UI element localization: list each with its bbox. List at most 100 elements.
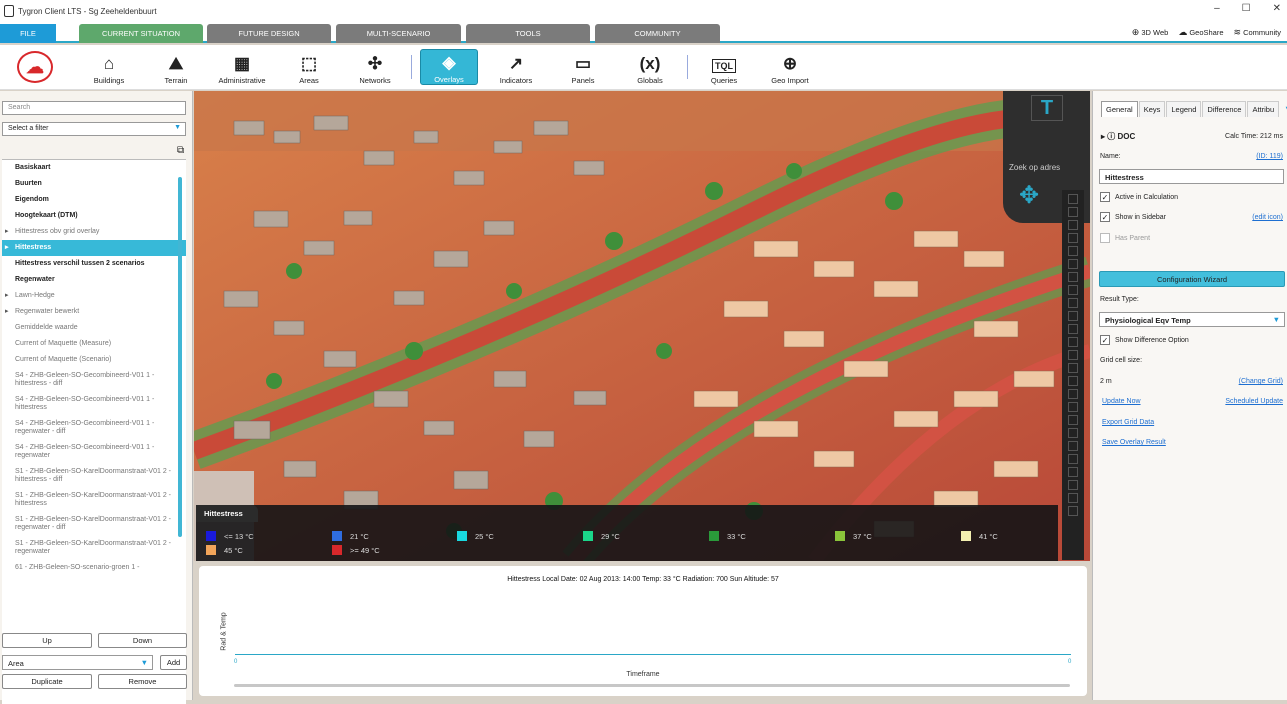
tab-tools[interactable]: TOOLS bbox=[466, 24, 590, 43]
name-field[interactable]: Hittestress bbox=[1099, 169, 1284, 184]
tab-current-situation[interactable]: CURRENT SITUATION bbox=[79, 24, 203, 43]
list-item[interactable]: Hittestress obv grid overlay bbox=[2, 224, 186, 240]
has-parent-checkbox[interactable]: Has Parent bbox=[1100, 233, 1150, 243]
globals-button[interactable]: (x) Globals bbox=[621, 49, 679, 86]
list-item[interactable]: S4 - ZHB-Geleen-SO-Gecombineerd-V01 1 - … bbox=[2, 392, 186, 416]
list-item[interactable]: Regenwater bbox=[2, 272, 186, 288]
tab-general[interactable]: General bbox=[1101, 101, 1138, 117]
web-link[interactable]: ⊕ 3D Web bbox=[1132, 27, 1169, 38]
duplicate-button[interactable]: Duplicate bbox=[2, 674, 92, 689]
change-grid-link[interactable]: (Change Grid) bbox=[1239, 378, 1283, 385]
terrain-button[interactable]: ⛰ Terrain bbox=[147, 49, 205, 86]
list-item[interactable]: Gemiddelde waarde bbox=[2, 320, 186, 336]
add-button[interactable]: Add bbox=[160, 655, 187, 670]
tab-keys[interactable]: Keys bbox=[1138, 101, 1166, 117]
result-type-select[interactable]: Physiological Eqv Temp ▼ bbox=[1099, 312, 1285, 327]
tab-community[interactable]: COMMUNITY bbox=[595, 24, 720, 43]
list-item[interactable]: S1 - ZHB-Geleen-SO-KarelDoormanstraat-V0… bbox=[2, 512, 186, 536]
geo-import-button[interactable]: ⊕ Geo Import bbox=[761, 49, 819, 86]
tool-icon[interactable] bbox=[1068, 350, 1078, 360]
tool-icon[interactable] bbox=[1068, 493, 1078, 503]
overlays-button[interactable]: ◈ Overlays bbox=[420, 49, 478, 85]
copy-icon[interactable]: ⧉ bbox=[177, 145, 184, 156]
list-item[interactable]: Lawn-Hedge bbox=[2, 288, 186, 304]
panels-button[interactable]: ▭ Panels bbox=[554, 49, 612, 86]
tab-attributes[interactable]: Attribu bbox=[1247, 101, 1280, 117]
tab-multi-scenario[interactable]: MULTI-SCENARIO bbox=[336, 24, 461, 43]
update-now-link[interactable]: Update Now bbox=[1102, 398, 1141, 405]
active-checkbox[interactable]: ✓ Active in Calculation bbox=[1100, 192, 1178, 202]
tygron-t-icon[interactable]: T bbox=[1031, 95, 1063, 121]
address-search[interactable]: Zoek op adres bbox=[1009, 163, 1060, 172]
minimize-button[interactable]: – bbox=[1214, 3, 1220, 14]
list-scrollbar[interactable] bbox=[178, 177, 182, 537]
tool-icon[interactable] bbox=[1068, 441, 1078, 451]
tool-icon[interactable] bbox=[1068, 207, 1078, 217]
list-item[interactable]: S1 - ZHB-Geleen-SO-KarelDoormanstraat-V0… bbox=[2, 536, 186, 560]
buildings-button[interactable]: ⌂ Buildings bbox=[80, 49, 138, 86]
tool-icon[interactable] bbox=[1068, 285, 1078, 295]
list-item[interactable]: Buurten bbox=[2, 176, 186, 192]
tool-icon[interactable] bbox=[1068, 506, 1078, 516]
tool-icon[interactable] bbox=[1068, 246, 1078, 256]
edit-icon-link[interactable]: (edit icon) bbox=[1252, 214, 1283, 221]
list-item[interactable]: S4 - ZHB-Geleen-SO-Gecombineerd-V01 1 - … bbox=[2, 416, 186, 440]
tool-icon[interactable] bbox=[1068, 311, 1078, 321]
tab-legend[interactable]: Legend bbox=[1166, 101, 1202, 117]
list-item[interactable]: S1 - ZHB-Geleen-SO-KarelDoormanstraat-V0… bbox=[2, 464, 186, 488]
tool-icon[interactable] bbox=[1068, 259, 1078, 269]
community-link[interactable]: ≋ Community bbox=[1234, 27, 1281, 38]
scheduled-update-link[interactable]: Scheduled Update bbox=[1225, 398, 1283, 405]
tool-icon[interactable] bbox=[1068, 415, 1078, 425]
list-item[interactable]: Hoogtekaart (DTM) bbox=[2, 208, 186, 224]
tab-future-design[interactable]: FUTURE DESIGN bbox=[207, 24, 331, 43]
geoshare-link[interactable]: ☁ GeoShare bbox=[1178, 27, 1223, 38]
map-viewport[interactable] bbox=[194, 91, 1090, 561]
show-sidebar-checkbox[interactable]: ✓ Show in Sidebar bbox=[1100, 212, 1166, 222]
list-item[interactable]: Eigendom bbox=[2, 192, 186, 208]
save-overlay-link[interactable]: Save Overlay Result bbox=[1102, 439, 1166, 446]
close-button[interactable]: ✕ bbox=[1273, 3, 1281, 14]
area-select[interactable]: Area ▼ bbox=[2, 655, 153, 670]
tool-icon[interactable] bbox=[1068, 467, 1078, 477]
maximize-button[interactable]: ☐ bbox=[1242, 3, 1251, 14]
list-item-selected[interactable]: Hittestress bbox=[2, 240, 186, 256]
remove-button[interactable]: Remove bbox=[98, 674, 187, 689]
networks-button[interactable]: ✣ Networks bbox=[346, 49, 404, 86]
search-input[interactable]: Search bbox=[2, 101, 186, 115]
queries-button[interactable]: TQL Queries bbox=[695, 49, 753, 85]
tool-icon[interactable] bbox=[1068, 454, 1078, 464]
tool-icon[interactable] bbox=[1068, 194, 1078, 204]
tool-icon[interactable] bbox=[1068, 376, 1078, 386]
list-item[interactable]: Hittestress verschil tussen 2 scenarios bbox=[2, 256, 186, 272]
list-item[interactable]: Current of Maquette (Measure) bbox=[2, 336, 186, 352]
list-item[interactable]: S4 - ZHB-Geleen-SO-Gecombineerd-V01 1 - … bbox=[2, 368, 186, 392]
indicators-button[interactable]: ↗ Indicators bbox=[487, 49, 545, 86]
tool-icon[interactable] bbox=[1068, 233, 1078, 243]
filter-select[interactable]: Select a filter ▼ bbox=[2, 122, 186, 136]
administrative-button[interactable]: ▦ Administrative bbox=[213, 49, 271, 86]
areas-button[interactable]: ⬚ Areas bbox=[280, 49, 338, 86]
export-grid-link[interactable]: Export Grid Data bbox=[1102, 419, 1154, 426]
show-difference-checkbox[interactable]: ✓ Show Difference Option bbox=[1100, 335, 1189, 345]
tool-icon[interactable] bbox=[1068, 402, 1078, 412]
tool-icon[interactable] bbox=[1068, 363, 1078, 373]
compass-icon[interactable]: ✥ bbox=[1019, 184, 1039, 208]
list-item[interactable]: Basiskaart bbox=[2, 160, 186, 176]
doc-link[interactable]: ▸ ⓘ DOC bbox=[1101, 131, 1135, 142]
tool-icon[interactable] bbox=[1068, 389, 1078, 399]
configuration-wizard-button[interactable]: Configuration Wizard bbox=[1099, 271, 1285, 287]
list-item[interactable]: S4 - ZHB-Geleen-SO-Gecombineerd-V01 1 - … bbox=[2, 440, 186, 464]
tool-icon[interactable] bbox=[1068, 324, 1078, 334]
list-item[interactable]: Regenwater bewerkt bbox=[2, 304, 186, 320]
list-item[interactable]: Current of Maquette (Scenario) bbox=[2, 352, 186, 368]
tool-icon[interactable] bbox=[1068, 298, 1078, 308]
down-button[interactable]: Down bbox=[98, 633, 187, 648]
id-link[interactable]: (ID: 119) bbox=[1256, 153, 1283, 160]
chevron-down-icon[interactable]: ▼ bbox=[1280, 101, 1287, 117]
tool-icon[interactable] bbox=[1068, 220, 1078, 230]
tab-file[interactable]: FILE bbox=[0, 24, 56, 43]
timeframe-scrollbar[interactable] bbox=[234, 684, 1070, 687]
list-item[interactable]: S1 - ZHB-Geleen-SO-KarelDoormanstraat-V0… bbox=[2, 488, 186, 512]
tool-icon[interactable] bbox=[1068, 428, 1078, 438]
